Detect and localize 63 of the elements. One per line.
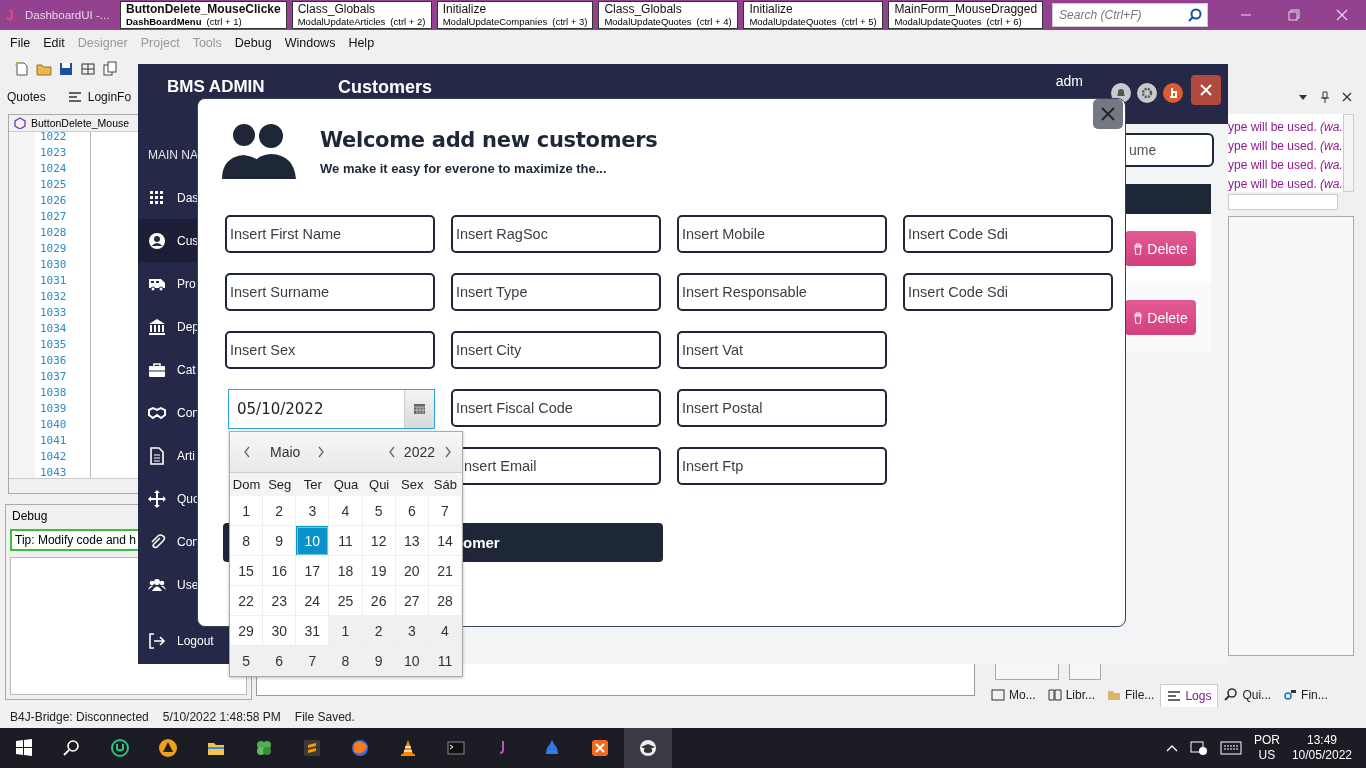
tab-title: Initialize bbox=[749, 3, 794, 16]
tab-shortcut: (ctrl + 5) bbox=[841, 16, 877, 27]
line-number: 1022 bbox=[40, 132, 68, 145]
tab-module: ModalUpdateQuotes bbox=[749, 16, 837, 27]
dialog-subtitle: We make it easy for everone to maximize the... bbox=[320, 161, 608, 176]
tab-module: ModalUpdateArticles bbox=[297, 16, 386, 27]
line-number: 1040 bbox=[40, 417, 68, 433]
panel-title: Debug bbox=[11, 508, 49, 525]
user-name: adm bbox=[1055, 73, 1083, 89]
tab-module: ModalUpdateQuotes bbox=[604, 16, 692, 27]
line-number: 1025 bbox=[40, 177, 68, 193]
log-line: ype will be used. (wa. bbox=[1228, 119, 1343, 136]
tab-shortcut: (ctrl + 2) bbox=[390, 16, 426, 27]
line-number: 1024 bbox=[40, 161, 68, 177]
log-line: ype will be used. (wa. bbox=[1228, 176, 1343, 193]
window-title: DashboardUI -... bbox=[25, 9, 111, 21]
line-number: 1043 bbox=[40, 465, 68, 478]
status-text: B4J-Bridge: Disconnected bbox=[10, 710, 149, 724]
line-number: 1031 bbox=[40, 273, 68, 289]
tab-shortcut: (ctrl + 4) bbox=[696, 16, 732, 27]
log-line: ype will be used. (wa. bbox=[1228, 138, 1343, 155]
line-number: 1029 bbox=[40, 241, 68, 257]
weekday-label: Ter bbox=[302, 476, 323, 494]
line-number: 1041 bbox=[40, 433, 68, 449]
weekday-label: Qui bbox=[368, 476, 391, 494]
line-number: 1023 bbox=[40, 145, 68, 161]
tab-shortcut: (ctrl + 3) bbox=[552, 16, 588, 27]
line-number: 1038 bbox=[40, 385, 68, 401]
tab-title: Initialize bbox=[442, 3, 488, 16]
tab-module: DashBoardMenu bbox=[126, 16, 202, 27]
status-text: File Saved. bbox=[294, 710, 355, 724]
line-number: 1034 bbox=[40, 321, 68, 337]
line-number: 1028 bbox=[40, 225, 68, 241]
weekday-label: Sex bbox=[400, 476, 425, 494]
weekday-label: Qua bbox=[332, 476, 360, 494]
tab-module: ModalUpdateQuotes bbox=[894, 16, 982, 27]
brand-name: BMS ADMIN bbox=[167, 77, 266, 97]
line-number: 1033 bbox=[40, 305, 68, 321]
line-number: 1036 bbox=[40, 353, 68, 369]
month-label: Maio bbox=[270, 444, 301, 460]
line-number: 1039 bbox=[40, 401, 68, 417]
line-number: 1027 bbox=[40, 209, 68, 225]
tab-title: MainForm_MouseDragged bbox=[894, 3, 1038, 16]
app-logo: J bbox=[6, 7, 15, 23]
page-title: Customers bbox=[338, 76, 433, 98]
tab-title: Class_Globals bbox=[297, 3, 377, 16]
tab-shortcut: (ctrl + 1) bbox=[206, 16, 242, 27]
line-number: 1030 bbox=[40, 257, 68, 273]
tab-title: Class_Globals bbox=[604, 3, 683, 16]
line-number: 1032 bbox=[40, 289, 68, 305]
tab-module: ModalUpdateCompanies bbox=[442, 16, 548, 27]
log-line: ype will be used. (wa. bbox=[1228, 157, 1343, 174]
line-number: 1037 bbox=[40, 369, 68, 385]
line-number: 1035 bbox=[40, 337, 68, 353]
tab-shortcut: (ctrl + 6) bbox=[986, 16, 1022, 27]
tab-title: ButtonDelete_MouseClicke bbox=[126, 3, 281, 16]
status-text: 5/10/2022 1:48:58 PM bbox=[162, 710, 281, 724]
weekday-label: Seg bbox=[267, 476, 293, 494]
line-number: 1042 bbox=[40, 449, 68, 465]
dialog-title: Welcome add new customers bbox=[320, 128, 658, 152]
line-number: 1026 bbox=[40, 193, 68, 209]
year-label: 2022 bbox=[403, 444, 435, 460]
nav-heading: MAIN NA bbox=[147, 147, 199, 164]
